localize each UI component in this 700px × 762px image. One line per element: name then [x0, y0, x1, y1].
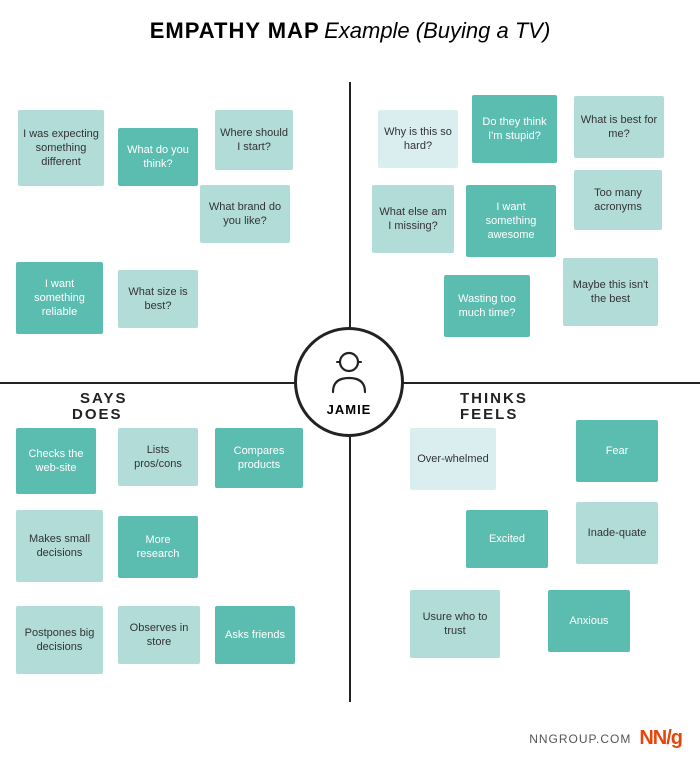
note-d6: Postpones big decisions — [16, 606, 103, 674]
note-f4: Excited — [466, 510, 548, 568]
note-f5: Usure who to trust — [410, 590, 500, 658]
note-f6: Anxious — [548, 590, 630, 652]
note-t5: What else am I missing? — [372, 185, 454, 253]
note-d4: Makes small decisions — [16, 510, 103, 582]
note-f2: Fear — [576, 420, 658, 482]
note-d7: Observes in store — [118, 606, 200, 664]
note-t7: Wasting too much time? — [444, 275, 530, 337]
thinks-label: THINKS — [460, 390, 528, 407]
note-t6: I want something awesome — [466, 185, 556, 257]
feels-label: FEELS — [460, 406, 518, 423]
note-f1: Over-whelmed — [410, 428, 496, 490]
title-italic: Example (Buying a TV) — [324, 18, 550, 43]
person-icon — [323, 348, 375, 400]
note-d1: Checks the web-site — [16, 428, 96, 494]
note-f3: Inade-quate — [576, 502, 658, 564]
note-d8: Asks friends — [215, 606, 295, 664]
note-d5: More research — [118, 516, 198, 578]
footer: NNGROUP.COM NN/g — [529, 727, 682, 750]
person-name: JAMIE — [327, 402, 372, 417]
note-s4: What brand do you like? — [200, 185, 290, 243]
note-d2: Lists pros/cons — [118, 428, 198, 486]
note-t2: Do they think I'm stupid? — [472, 95, 557, 163]
does-label: DOES — [72, 406, 123, 423]
note-s5: I want something reliable — [16, 262, 103, 334]
note-t4: Too many acronyms — [574, 170, 662, 230]
note-s3: Where should I start? — [215, 110, 293, 170]
center-person: JAMIE — [294, 327, 404, 437]
note-s1: I was expecting something different — [18, 110, 104, 186]
footer-site: NNGROUP.COM — [529, 732, 631, 746]
footer-logo: NN/g — [639, 727, 682, 750]
title-bold: EMPATHY MAP — [150, 18, 320, 43]
note-d3: Compares products — [215, 428, 303, 488]
title-area: EMPATHY MAP Example (Buying a TV) — [0, 0, 700, 54]
note-t1: Why is this so hard? — [378, 110, 458, 168]
note-t8: Maybe this isn't the best — [563, 258, 658, 326]
note-s2: What do you think? — [118, 128, 198, 186]
note-t3: What is best for me? — [574, 96, 664, 158]
says-label: SAYS — [80, 390, 127, 407]
note-s6: What size is best? — [118, 270, 198, 328]
